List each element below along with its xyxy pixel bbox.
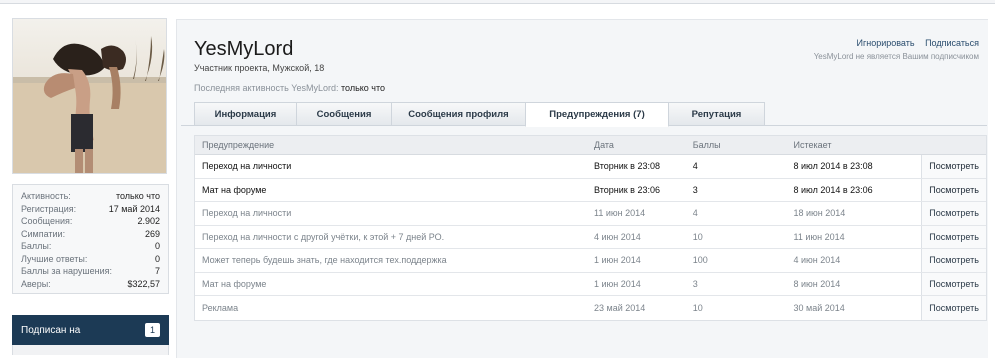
warnings-table: Предупреждение Дата Баллы Истекает Перех… xyxy=(194,135,987,321)
stat-points: Баллы: 0 xyxy=(21,240,160,253)
subscribed-count-badge: 1 xyxy=(145,323,160,337)
warning-title: Может теперь будешь знать, где находится… xyxy=(202,255,447,266)
profile-actions: Игнорировать Подписаться YesMyLord не яв… xyxy=(814,38,979,61)
warning-date: Вторник в 23:06 xyxy=(594,184,660,195)
table-row[interactable]: Переход на личности с другой учётки, к э… xyxy=(195,225,987,249)
warning-points: 100 xyxy=(692,255,708,266)
subscriber-note: YesMyLord не является Вашим подписчиком xyxy=(813,52,979,61)
profile-stats: Активность: только что Регистрация: 17 май… xyxy=(12,184,169,294)
subscribe-link[interactable]: Подписаться xyxy=(925,38,979,48)
table-row[interactable]: Переход на личности Вторник в 23:08 4 8 … xyxy=(195,155,987,179)
tab-profile-posts[interactable]: Сообщения профиля xyxy=(391,102,526,126)
stat-messages: Сообщения: 2.902 xyxy=(21,215,160,228)
avatar[interactable] xyxy=(12,18,167,174)
stat-avers: Аверы: $322,57 xyxy=(21,278,160,291)
warning-date: Вторник в 23:08 xyxy=(594,161,660,172)
header-points: Баллы xyxy=(692,140,721,150)
warning-expires: 8 июн 2014 xyxy=(793,278,841,289)
stat-label: Баллы: xyxy=(21,241,52,251)
stat-registration: Регистрация: 17 май 2014 xyxy=(21,203,160,216)
view-button[interactable]: Посмотреть xyxy=(921,272,987,295)
top-border xyxy=(0,0,995,4)
warning-date: 11 июн 2014 xyxy=(594,208,646,219)
stat-value: только что xyxy=(115,191,160,201)
header-date: Дата xyxy=(594,140,614,150)
stat-label: Симпатии: xyxy=(21,228,66,239)
warning-points: 4 xyxy=(692,208,698,219)
table-row[interactable]: Реклама 23 май 2014 10 30 май 2014 Посмо… xyxy=(195,296,987,320)
tab-reputation[interactable]: Репутация xyxy=(668,102,765,126)
stat-warning-points: Баллы за нарушения: 7 xyxy=(21,265,160,278)
table-row[interactable]: Переход на личности 11 июн 2014 4 18 июн… xyxy=(195,202,987,226)
stat-label: Регистрация: xyxy=(21,203,77,214)
user-info: Участник проекта, Мужской, 18 xyxy=(194,63,325,73)
warning-date: 1 июн 2014 xyxy=(594,255,641,266)
view-button[interactable]: Посмотреть xyxy=(921,178,987,201)
warning-expires: 8 июл 2014 в 23:06 xyxy=(793,184,873,195)
warning-expires: 4 июн 2014 xyxy=(793,255,841,266)
warning-points: 3 xyxy=(692,278,698,289)
warning-date: 23 май 2014 xyxy=(594,302,646,313)
last-activity-label: Последняя активность YesMyLord: xyxy=(194,83,339,93)
warning-expires: 8 июл 2014 в 23:08 xyxy=(793,161,873,172)
page-title: YesMyLord xyxy=(194,38,294,60)
warning-title: Мат на форуме xyxy=(202,184,267,195)
warning-points: 3 xyxy=(692,184,698,195)
stat-value: 0 xyxy=(154,253,160,264)
stat-value: $322,57 xyxy=(127,278,160,289)
view-button[interactable]: Посмотреть xyxy=(921,296,987,320)
stat-value: 17 май 2014 xyxy=(108,203,160,214)
stat-likes: Симпатии: 269 xyxy=(21,228,160,241)
warning-points: 4 xyxy=(692,161,698,172)
tab-warnings[interactable]: Предупреждения (7) xyxy=(525,102,669,127)
subscribed-list xyxy=(12,345,169,355)
stat-best-answers: Лучшие ответы: 0 xyxy=(21,253,160,266)
header-actions xyxy=(921,136,986,154)
table-row[interactable]: Мат на форуме 1 июн 2014 3 8 июн 2014 По… xyxy=(195,272,987,296)
view-button[interactable]: Посмотреть xyxy=(921,155,987,178)
tab-info[interactable]: Информация xyxy=(194,102,297,126)
ignore-link[interactable]: Игнорировать xyxy=(856,38,914,48)
profile-sidebar: Активность: только что Регистрация: 17 май… xyxy=(12,18,169,355)
header-warning: Предупреждение xyxy=(202,140,275,150)
stat-activity: Активность: только что xyxy=(21,190,160,203)
subscribed-to-header[interactable]: Подписан на 1 xyxy=(12,315,169,345)
warning-title: Переход на личности xyxy=(202,161,292,172)
stat-label: Лучшие ответы: xyxy=(21,253,88,264)
stat-label: Аверы: xyxy=(21,278,51,289)
warning-date: 4 июн 2014 xyxy=(594,231,641,242)
warning-date: 1 июн 2014 xyxy=(594,278,641,289)
profile-tabs: Информация Сообщения Сообщения профиля П… xyxy=(194,102,765,127)
stat-label: Активность: xyxy=(21,191,71,201)
view-button[interactable]: Посмотреть xyxy=(921,225,987,248)
stat-value: 2.902 xyxy=(137,216,160,226)
warning-expires: 18 июн 2014 xyxy=(793,208,846,219)
stat-value: 7 xyxy=(154,266,160,276)
stat-label: Баллы за нарушения: xyxy=(21,266,112,276)
subscribed-to-label: Подписан на xyxy=(21,324,81,336)
warning-points: 10 xyxy=(692,302,703,313)
table-row[interactable]: Может теперь будешь знать, где находится… xyxy=(195,249,987,273)
table-header: Предупреждение Дата Баллы Истекает xyxy=(195,136,986,155)
warning-title: Переход на личности xyxy=(202,208,292,219)
profile-main: YesMyLord Участник проекта, Мужской, 18 … xyxy=(176,19,988,358)
warning-expires: 11 июн 2014 xyxy=(793,231,845,242)
view-button[interactable]: Посмотреть xyxy=(921,202,987,225)
warning-title: Переход на личности с другой учётки, к э… xyxy=(202,231,445,242)
stat-value: 269 xyxy=(144,228,160,239)
last-activity: Последняя активность YesMyLord: только ч… xyxy=(194,83,385,93)
warning-title: Реклама xyxy=(202,302,239,313)
warning-points: 10 xyxy=(692,231,703,242)
header-expires: Истекает xyxy=(793,140,832,150)
stat-value: 0 xyxy=(154,241,160,251)
last-activity-value: только что xyxy=(340,83,386,93)
stat-label: Сообщения: xyxy=(21,216,73,226)
tab-messages[interactable]: Сообщения xyxy=(296,102,392,126)
warning-expires: 30 май 2014 xyxy=(793,302,845,313)
avatar-photo xyxy=(13,19,166,173)
table-row[interactable]: Мат на форуме Вторник в 23:06 3 8 июл 20… xyxy=(195,178,987,202)
warning-title: Мат на форуме xyxy=(202,278,267,289)
view-button[interactable]: Посмотреть xyxy=(921,249,987,272)
